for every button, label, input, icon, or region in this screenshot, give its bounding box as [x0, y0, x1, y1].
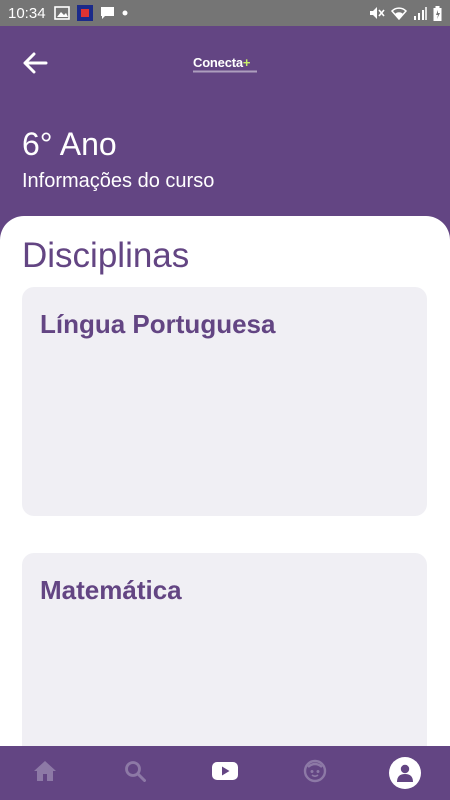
- subject-card-title: Língua Portuguesa: [40, 309, 276, 339]
- nav-kids[interactable]: [290, 746, 340, 800]
- back-button[interactable]: [20, 50, 50, 80]
- subject-card-matematica[interactable]: Matemática: [22, 553, 427, 746]
- child-face-icon: [303, 759, 327, 788]
- battery-icon: [433, 5, 442, 21]
- search-icon: [124, 760, 146, 787]
- message-icon: [100, 6, 115, 20]
- page-subtitle: Informações do curso: [22, 170, 215, 192]
- wifi-icon: [391, 6, 407, 20]
- status-right-icons: [369, 5, 442, 21]
- status-left-icons: [53, 5, 128, 21]
- logo: Conecta+: [193, 56, 257, 74]
- nav-search[interactable]: [110, 746, 160, 800]
- status-time: 10:34: [8, 4, 46, 22]
- nav-home[interactable]: [20, 746, 70, 800]
- logo-text: Conecta+: [193, 55, 251, 70]
- dot-icon: [122, 10, 128, 16]
- signal-icon: [413, 6, 427, 20]
- subject-card-lingua-portuguesa[interactable]: Língua Portuguesa: [22, 287, 427, 516]
- section-title: Disciplinas: [22, 236, 190, 275]
- app-icon: [76, 5, 93, 21]
- nav-videos[interactable]: [200, 746, 250, 800]
- profile-icon: [389, 757, 421, 789]
- logo-tagline: [193, 70, 257, 74]
- home-icon: [33, 760, 57, 787]
- video-play-icon: [212, 761, 238, 786]
- image-icon: [53, 6, 70, 20]
- arrow-left-icon: [22, 52, 48, 79]
- bottom-nav: [0, 746, 450, 800]
- content-panel: Disciplinas Língua Portuguesa Matemática: [0, 216, 450, 746]
- status-bar: 10:34: [0, 0, 450, 26]
- mute-icon: [369, 6, 385, 20]
- subject-card-title: Matemática: [40, 575, 182, 605]
- page-title: 6° Ano: [22, 126, 117, 162]
- nav-profile[interactable]: [380, 746, 430, 800]
